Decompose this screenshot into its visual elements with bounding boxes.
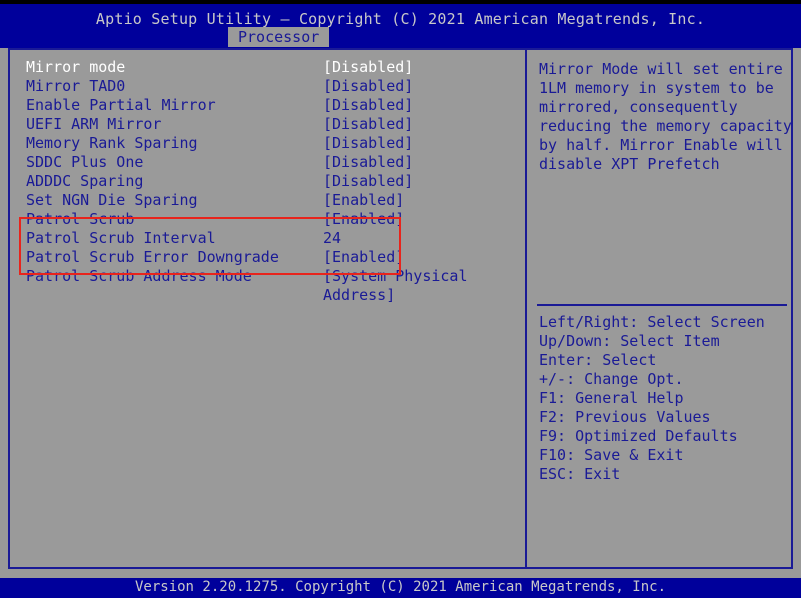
help-text-panel: Mirror Mode will set entire 1LM memory in… (539, 60, 792, 174)
setting-label: Set NGN Die Sparing (26, 191, 198, 209)
setting-value[interactable]: [Disabled] (323, 77, 413, 96)
setting-label: Mirror mode (26, 58, 126, 76)
setting-label: UEFI ARM Mirror (26, 115, 162, 133)
setting-value[interactable]: [Disabled] (323, 153, 413, 172)
help-text-line: Mirror Mode will set entire (539, 60, 783, 78)
help-text-line: 1LM memory in system to be (539, 79, 774, 97)
footer-version-text: Version 2.20.1275. Copyright (C) 2021 Am… (134, 579, 666, 595)
setting-label: Patrol Scrub Error Downgrade (26, 248, 279, 266)
setting-row[interactable]: Memory Rank Sparing [Disabled] (16, 134, 521, 153)
setting-row[interactable]: Enable Partial Mirror [Disabled] (16, 96, 521, 115)
setting-label: SDDC Plus One (26, 153, 144, 171)
setting-value[interactable]: [Disabled] (323, 58, 413, 77)
setting-value[interactable]: 24 (323, 229, 341, 248)
setting-row[interactable]: Patrol Scrub Address Mode [System Physica… (16, 267, 521, 286)
setting-value[interactable]: [Disabled] (323, 96, 413, 115)
key-legend-line: ESC: Exit (539, 465, 621, 483)
setting-label: Patrol Scrub (26, 210, 135, 228)
setting-row[interactable]: UEFI ARM Mirror [Disabled] (16, 115, 521, 134)
help-text-line: mirrored, consequently (539, 98, 738, 116)
key-legend-line: Up/Down: Select Item (539, 332, 720, 350)
setting-row[interactable]: Patrol Scrub [Enabled] (16, 210, 521, 229)
key-legend-line: Enter: Select (539, 351, 657, 369)
setting-value[interactable]: [Disabled] (323, 134, 413, 153)
setting-value[interactable]: [System Physical (323, 267, 468, 286)
setting-value[interactable]: [Disabled] (323, 115, 413, 134)
setting-value[interactable]: [Enabled] (323, 248, 404, 267)
key-legend-line: F1: General Help (539, 389, 684, 407)
key-legend-line: F10: Save & Exit (539, 446, 684, 464)
key-legend-line: +/-: Change Opt. (539, 370, 684, 388)
key-legend-line: F2: Previous Values (539, 408, 711, 426)
panel-divider (525, 48, 527, 569)
setting-label: Patrol Scrub Address Mode (26, 267, 252, 285)
key-legend-line: F9: Optimized Defaults (539, 427, 738, 445)
setting-value[interactable]: [Enabled] (323, 191, 404, 210)
footer-bar: Version 2.20.1275. Copyright (C) 2021 Am… (0, 578, 801, 598)
setting-row[interactable]: ADDDC Sparing [Disabled] (16, 172, 521, 191)
help-separator (537, 304, 787, 306)
app-title: Aptio Setup Utility – Copyright (C) 2021… (95, 10, 706, 28)
help-text-line: disable XPT Prefetch (539, 155, 720, 173)
help-text-line: reducing the memory capacity (539, 117, 792, 135)
tab-processor[interactable]: Processor (228, 27, 330, 47)
setting-row[interactable]: SDDC Plus One [Disabled] (16, 153, 521, 172)
setting-label: Memory Rank Sparing (26, 134, 198, 152)
setting-label: Mirror TAD0 (26, 77, 126, 95)
setting-label: ADDDC Sparing (26, 172, 144, 190)
setting-row[interactable]: Patrol Scrub Error Downgrade [Enabled] (16, 248, 521, 267)
setting-value[interactable]: [Enabled] (323, 210, 404, 229)
setting-row[interactable]: Mirror mode [Disabled] (16, 58, 521, 77)
setting-row[interactable]: Patrol Scrub Interval 24 (16, 229, 521, 248)
settings-list: Mirror mode [Disabled] Mirror TAD0 [Disable… (16, 58, 521, 558)
setting-label: Patrol Scrub Interval (26, 229, 216, 247)
key-legend-panel: Left/Right: Select Screen Up/Down: Select… (539, 313, 785, 484)
tab-strip: Processor (0, 27, 801, 47)
setting-label: Enable Partial Mirror (26, 96, 216, 114)
setting-value-continuation: Address] (323, 286, 396, 304)
setting-row[interactable]: Set NGN Die Sparing [Enabled] (16, 191, 521, 210)
help-text-line: by half. Mirror Enable will (539, 136, 783, 154)
bios-setup-screen: Aptio Setup Utility – Copyright (C) 2021… (0, 0, 801, 598)
setting-row[interactable]: Mirror TAD0 [Disabled] (16, 77, 521, 96)
key-legend-line: Left/Right: Select Screen (539, 313, 765, 331)
setting-value[interactable]: [Disabled] (323, 172, 413, 191)
setting-value-continuation-row: Address] (16, 286, 521, 305)
